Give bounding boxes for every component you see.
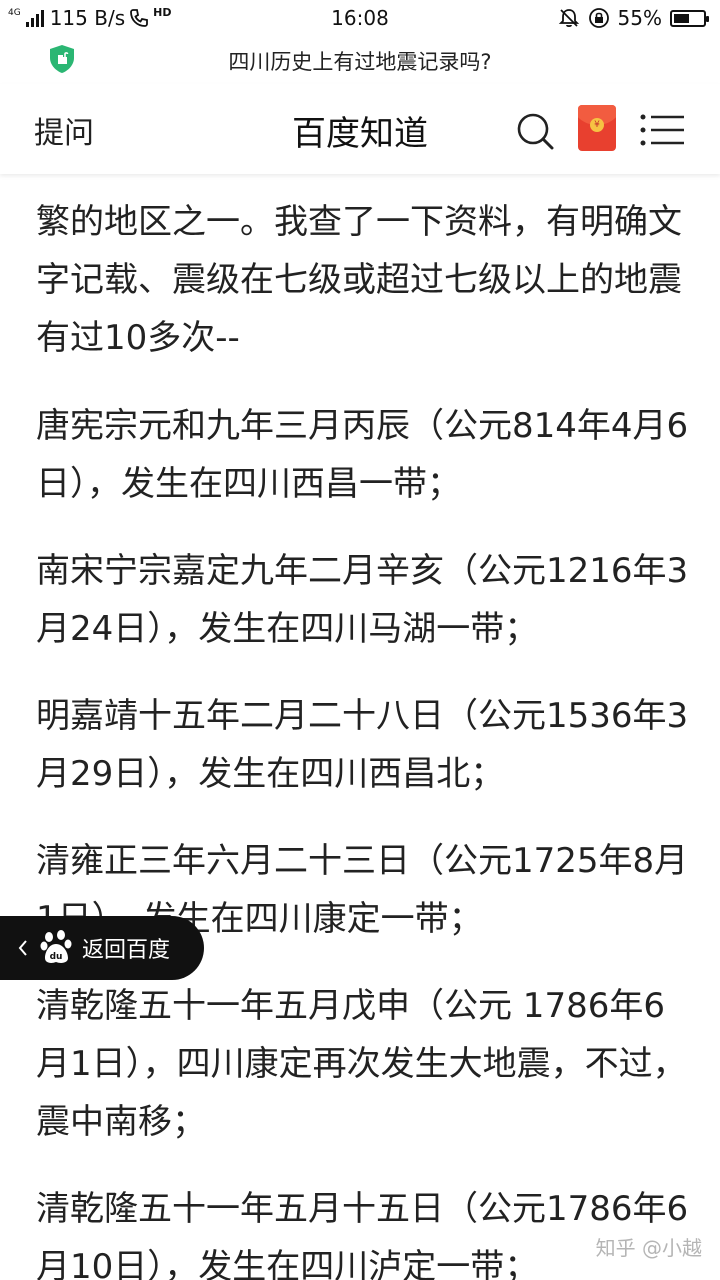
search-icon[interactable]: [516, 112, 554, 150]
article-paragraph: 繁的地区之一。我查了一下资料，有明确文字记载、震级在七级或超过七级以上的地震有过…: [36, 202, 682, 358]
return-label: 返回百度: [82, 938, 171, 963]
site-header: 提问 百度知道 ¥: [0, 84, 720, 174]
article-paragraph: 清乾隆五十一年五月十五日（公元1786年6月10日），发生在四川泸定一带；: [36, 1189, 689, 1280]
red-packet-coin: ¥: [590, 118, 604, 132]
battery-icon: [670, 9, 709, 27]
red-packet-icon[interactable]: ¥: [578, 105, 616, 151]
article-paragraph: 南宋宁宗嘉定九年二月辛亥（公元1216年3月24日），发生在四川马湖一带；: [36, 551, 689, 649]
battery-fill: [674, 13, 689, 23]
article-paragraph: 清乾隆五十一年五月戊申（公元 1786年6月1日），四川康定再次发生大地震，不过…: [36, 986, 687, 1142]
status-right: 55%: [558, 6, 709, 30]
status-bar: 4G 115 B/s HD 16:08 55%: [0, 0, 720, 38]
page-url-title: 四川历史上有过地震记录吗?: [228, 50, 492, 74]
article-paragraph: 唐宪宗元和九年三月丙辰（公元814年4月6日），发生在四川西昌一带；: [36, 406, 689, 504]
article-content: 繁的地区之一。我查了一下资料，有明确文字记载、震级在七级或超过七级以上的地震有过…: [0, 0, 720, 1280]
menu-icon[interactable]: [640, 114, 684, 146]
url-bar[interactable]: 四川历史上有过地震记录吗?: [0, 38, 720, 84]
bell-off-icon: [558, 9, 579, 28]
rotation-lock-icon: [588, 8, 609, 28]
article-paragraph: 明嘉靖十五年二月二十八日（公元1536年3月29日），发生在四川西昌北；: [36, 696, 689, 794]
watermark: 知乎 @小越: [595, 1236, 702, 1260]
chevron-left-icon: [18, 940, 27, 956]
return-to-baidu-button[interactable]: du 返回百度: [0, 916, 204, 980]
screen: 繁的地区之一。我查了一下资料，有明确文字记载、震级在七级或超过七级以上的地震有过…: [0, 0, 720, 1280]
svg-text:du: du: [50, 952, 63, 962]
battery-percent: 55%: [617, 6, 662, 30]
baidu-paw-icon: du: [40, 930, 72, 963]
